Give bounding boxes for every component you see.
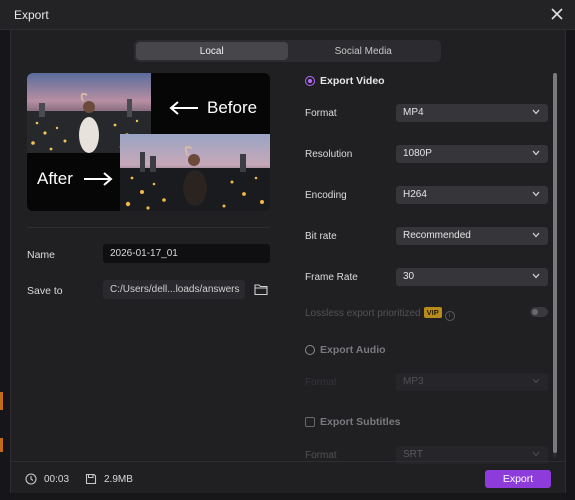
background-left-strip: [0, 30, 10, 500]
audio-format-select: MP3: [396, 373, 548, 391]
title-bar: Export: [0, 0, 575, 30]
clock-icon: [25, 473, 37, 485]
export-audio-label: Export Audio: [320, 344, 386, 356]
lossless-toggle[interactable]: [530, 307, 548, 317]
tab-social-media[interactable]: Social Media: [288, 42, 440, 60]
name-label: Name: [27, 249, 56, 261]
format-value: MP4: [403, 107, 424, 118]
chevron-down-icon: [532, 150, 540, 156]
arrow-right-icon: [84, 172, 113, 186]
audio-format-label: Format: [305, 377, 337, 388]
lossless-export-row: Lossless export prioritized VIP i: [305, 307, 455, 321]
after-photo: [120, 134, 270, 211]
bitrate-value: Recommended: [403, 230, 471, 241]
export-video-option[interactable]: Export Video: [305, 75, 385, 87]
resolution-value: 1080P: [403, 148, 432, 159]
frame-rate-select[interactable]: 30: [396, 268, 548, 286]
lossless-label: Lossless export prioritized: [305, 308, 421, 319]
save-to-label: Save to: [27, 285, 63, 297]
tab-bar: Local Social Media: [134, 40, 441, 62]
size-value: 2.9MB: [104, 473, 133, 485]
duration-value: 00:03: [44, 473, 70, 485]
export-video-label: Export Video: [320, 75, 385, 87]
background-accent: [0, 438, 3, 452]
divider: [27, 227, 270, 228]
export-subtitles-option[interactable]: Export Subtitles: [305, 416, 401, 428]
subtitle-format-label: Format: [305, 450, 337, 461]
duration-info: 00:03: [25, 473, 69, 485]
radio-selected-icon[interactable]: [305, 76, 315, 86]
format-select[interactable]: MP4: [396, 104, 548, 122]
frame-rate-label: Frame Rate: [305, 272, 358, 283]
encoding-value: H264: [403, 189, 427, 200]
chevron-down-icon: [532, 232, 540, 238]
chevron-down-icon: [532, 451, 540, 457]
footer-divider: [10, 461, 566, 462]
subtitle-format-value: SRT: [403, 449, 423, 460]
after-label: After: [37, 169, 73, 188]
format-label: Format: [305, 108, 337, 119]
checkbox-icon[interactable]: [305, 417, 315, 427]
encoding-select[interactable]: H264: [396, 186, 548, 204]
name-input[interactable]: 2026-01-17_01: [103, 244, 270, 263]
chevron-down-icon: [532, 109, 540, 115]
chevron-down-icon: [532, 378, 540, 384]
folder-icon[interactable]: [254, 283, 268, 296]
resolution-label: Resolution: [305, 149, 353, 160]
size-info: 2.9MB: [85, 473, 133, 485]
background-right-strip: [566, 30, 575, 500]
export-subtitles-label: Export Subtitles: [320, 416, 401, 428]
frame-rate-value: 30: [403, 271, 415, 282]
bitrate-label: Bit rate: [305, 231, 337, 242]
chevron-down-icon: [532, 191, 540, 197]
encoding-label: Encoding: [305, 190, 347, 201]
before-label: Before: [207, 98, 258, 117]
scrollbar[interactable]: [553, 73, 557, 458]
window-title: Export: [14, 8, 49, 22]
vip-badge: VIP: [423, 307, 442, 318]
scrollbar-thumb[interactable]: [553, 73, 557, 453]
bitrate-select[interactable]: Recommended: [396, 227, 548, 245]
save-icon: [85, 473, 97, 485]
audio-format-value: MP3: [403, 376, 424, 387]
export-audio-option[interactable]: Export Audio: [305, 344, 386, 356]
export-button[interactable]: Export: [485, 470, 551, 488]
resolution-select[interactable]: 1080P: [396, 145, 548, 163]
background-accent: [0, 392, 3, 410]
arrow-left-icon: [169, 101, 198, 115]
tab-local[interactable]: Local: [136, 42, 288, 60]
save-path-field[interactable]: C:/Users/dell...loads/answers: [103, 280, 245, 299]
chevron-down-icon: [532, 273, 540, 279]
close-icon[interactable]: [549, 6, 565, 22]
radio-unselected-icon[interactable]: [305, 345, 315, 355]
preview-image: Before After: [27, 73, 270, 211]
info-icon[interactable]: i: [444, 311, 455, 321]
